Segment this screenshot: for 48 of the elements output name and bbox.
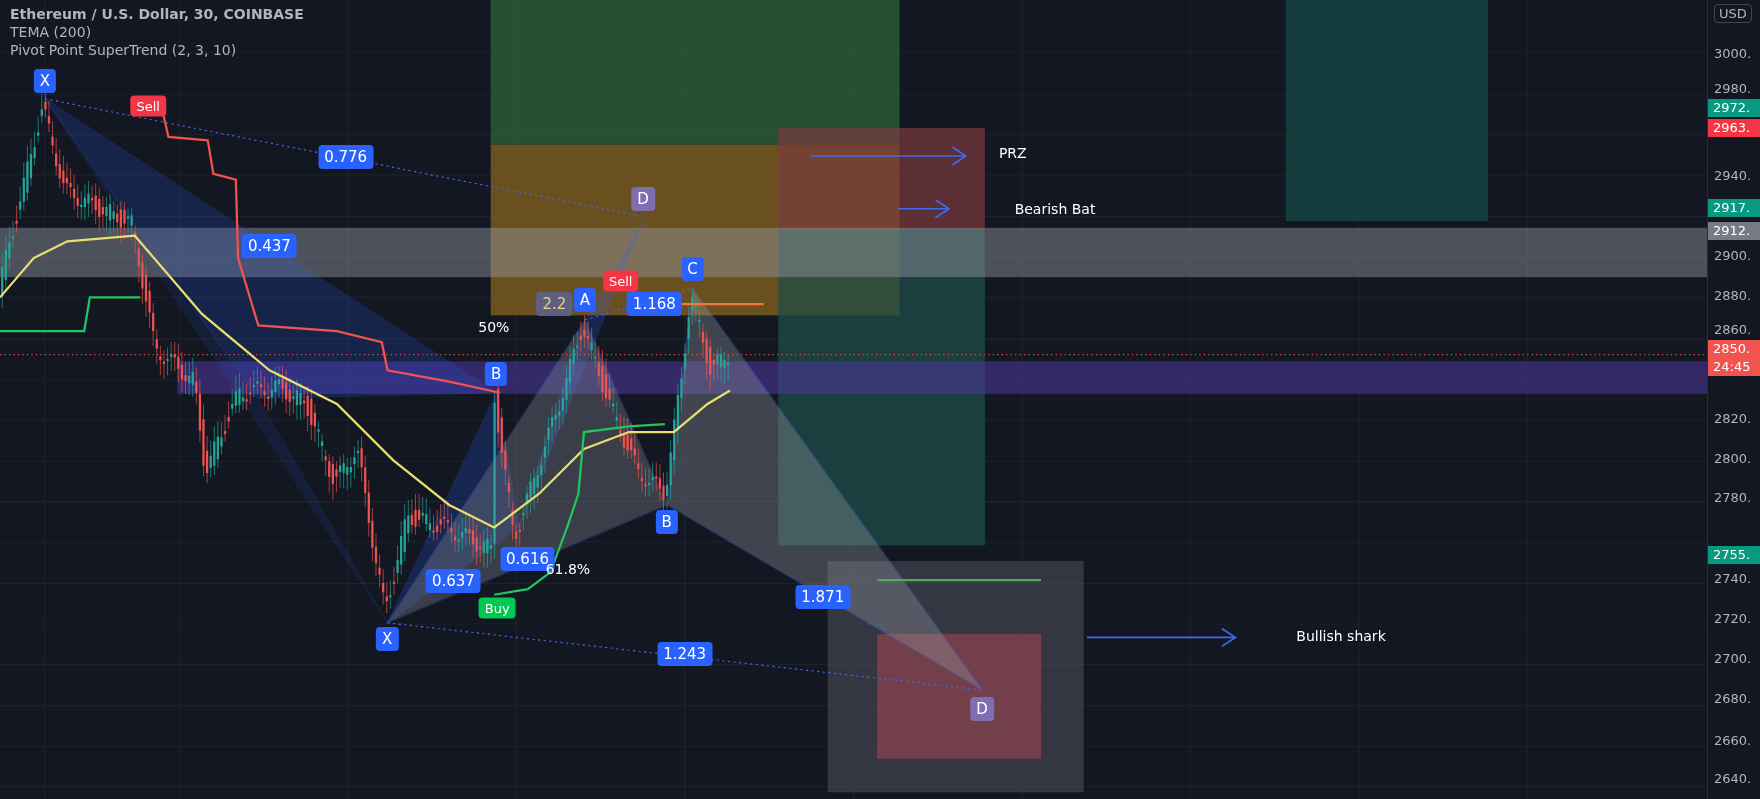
indicator-label: TEMA (200) [10, 24, 93, 40]
point-label: D [970, 697, 994, 722]
point-label: D [631, 186, 655, 211]
ratio-label: 2.2 [536, 292, 573, 317]
price-tick: 2900. [1714, 247, 1752, 263]
pattern-note: Bullish shark [1296, 628, 1386, 645]
point-label: A [573, 287, 596, 312]
point-label: C [681, 257, 704, 282]
pattern-note: Bearish Bat [1014, 200, 1096, 217]
price-tag: 2912. [1708, 222, 1760, 240]
price-tick: 2800. [1714, 450, 1752, 466]
sell-signal: Sell [130, 95, 166, 116]
point-label: X [33, 68, 57, 93]
price-tick: 2720. [1714, 610, 1752, 626]
symbol-title: Ethereum / U.S. Dollar, 30, COINBASE [10, 6, 304, 22]
price-tag: 2963. [1708, 119, 1760, 137]
price-tag: 2755. [1708, 546, 1760, 564]
ratio-label: 1.243 [657, 642, 713, 667]
ratio-label: 0.437 [241, 233, 297, 258]
price-tag: 2972. [1708, 99, 1760, 117]
price-tick: 2700. [1714, 650, 1752, 666]
price-tick: 2860. [1714, 321, 1752, 337]
ratio-label: 1.871 [795, 585, 851, 610]
price-tick: 2640. [1714, 770, 1752, 786]
price-tick: 2780. [1714, 489, 1752, 505]
currency-button[interactable]: USD [1714, 4, 1752, 23]
point-label: B [655, 509, 678, 534]
price-tick: 3000. [1714, 45, 1752, 61]
price-tick: 2680. [1714, 690, 1752, 706]
price-tick: 2740. [1714, 570, 1752, 586]
price-tag: 2850. [1708, 340, 1760, 358]
level-label: 50% [478, 318, 510, 335]
price-tick: 2980. [1714, 80, 1752, 96]
ratio-label: 1.168 [626, 292, 682, 317]
price-tick: 2820. [1714, 410, 1752, 426]
buy-signal: Buy [478, 597, 516, 619]
price-tick: 2940. [1714, 167, 1752, 183]
price-tag: 2917. [1708, 199, 1760, 217]
indicator-label: Pivot Point SuperTrend (2, 3, 10) [10, 42, 238, 58]
ratio-label: 0.637 [425, 569, 481, 594]
point-label: B [484, 361, 508, 386]
sell-signal: Sell [602, 270, 639, 292]
point-label: X [376, 626, 399, 651]
pattern-note: PRZ [998, 144, 1027, 161]
price-tick: 2880. [1714, 287, 1752, 303]
price-tag: 24:45 [1708, 358, 1760, 376]
price-tick: 2660. [1714, 732, 1752, 748]
ratio-label: 0.776 [318, 145, 374, 170]
